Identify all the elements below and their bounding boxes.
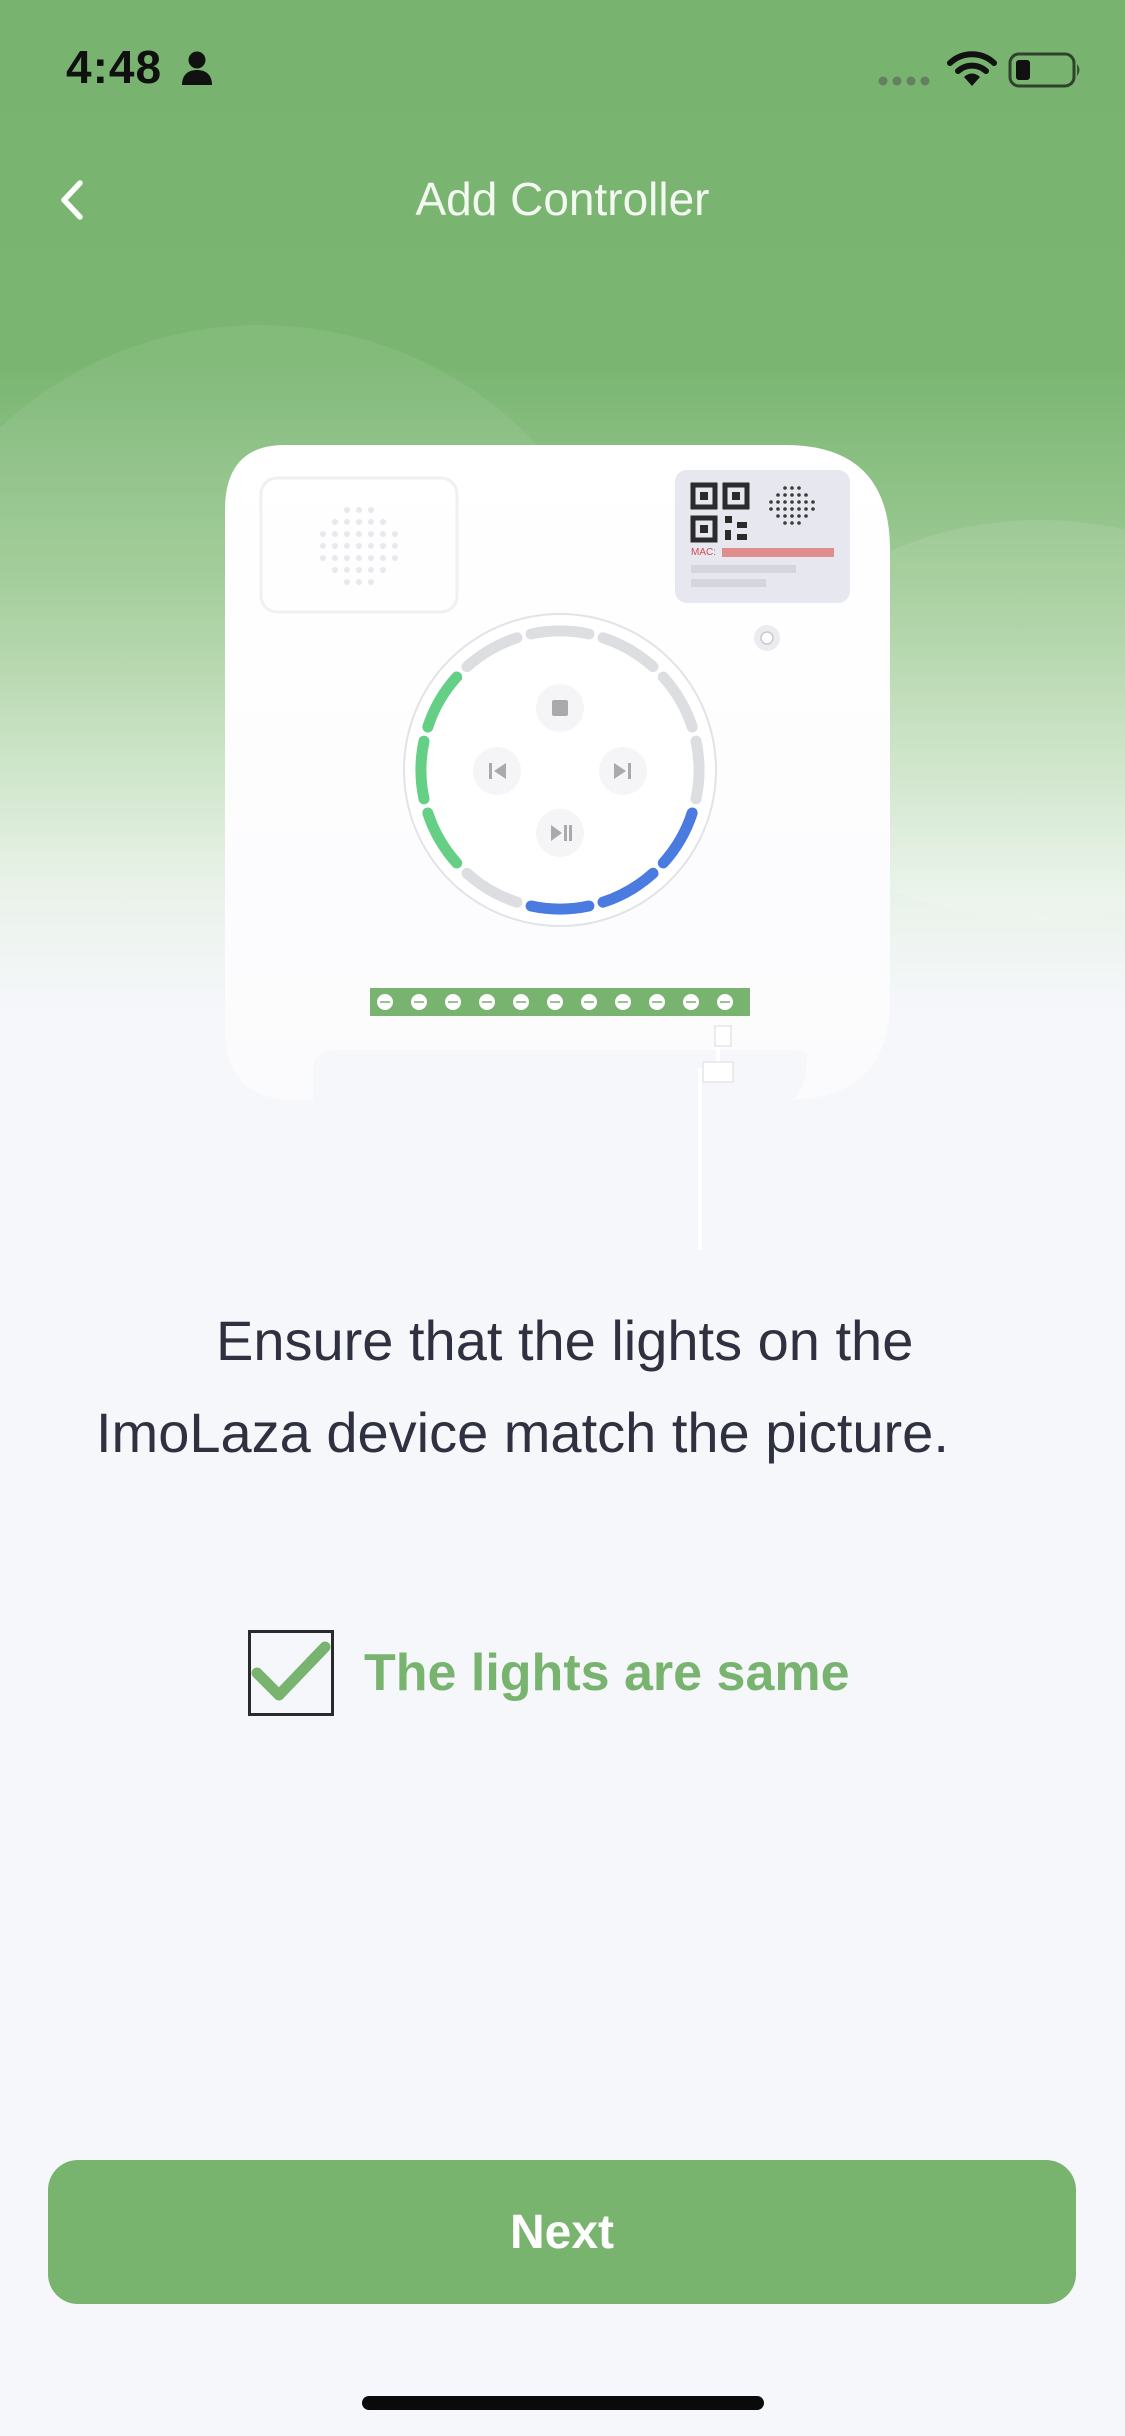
terminal-slot	[686, 1001, 696, 1003]
previous-button	[473, 747, 521, 795]
next-button[interactable]: Next	[48, 2160, 1076, 2304]
lights-match-checkbox-row[interactable]: The lights are same	[248, 1627, 850, 1719]
status-bar: 4:48	[0, 0, 1125, 140]
control-ring	[403, 613, 717, 927]
terminal-slot	[380, 1001, 390, 1003]
lights-match-checkbox[interactable]	[248, 1630, 334, 1716]
checkmark-icon	[251, 1641, 331, 1701]
terminal-slot	[618, 1001, 628, 1003]
mac-label: MAC:	[691, 547, 716, 558]
nav-bar: Add Controller	[0, 150, 1125, 250]
status-time: 4:48	[66, 41, 163, 93]
terminal-slot	[482, 1001, 492, 1003]
terminal-slot	[652, 1001, 662, 1003]
lights-match-label[interactable]: The lights are same	[364, 1643, 850, 1703]
signal-dots-icon	[878, 76, 930, 86]
power-cable	[698, 1025, 734, 1250]
home-indicator	[362, 2396, 764, 2410]
device-label: MAC:	[675, 470, 850, 603]
led-segment	[415, 735, 430, 805]
terminal-slot	[414, 1001, 424, 1003]
terminal-slot	[720, 1001, 730, 1003]
terminal-slot	[584, 1001, 594, 1003]
instruction-text: Ensure that the lights on the ImoLaza de…	[96, 1309, 949, 1464]
led-segment	[525, 625, 595, 640]
terminal-slot	[448, 1001, 458, 1003]
terminal-slot	[550, 1001, 560, 1003]
controller-illustration: MAC:	[225, 445, 890, 1250]
next-track-button	[599, 747, 647, 795]
play-pause-button	[536, 809, 584, 857]
led-segment	[525, 900, 595, 915]
person-icon	[182, 51, 212, 85]
page-title: Add Controller	[415, 173, 710, 225]
terminal-block	[370, 988, 750, 1016]
led-segment	[690, 735, 705, 805]
terminal-slot	[516, 1001, 526, 1003]
wifi-icon	[947, 51, 997, 86]
reset-hole	[754, 625, 780, 651]
battery-icon	[1008, 52, 1080, 88]
stop-button	[536, 684, 584, 732]
